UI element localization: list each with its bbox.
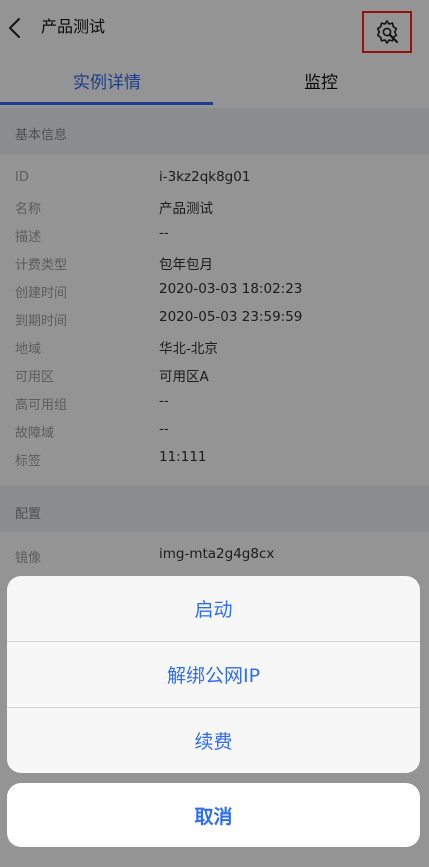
start-action-button[interactable]: 启动	[7, 576, 420, 641]
unbind-public-ip-button[interactable]: 解绑公网IP	[7, 642, 420, 707]
renew-button[interactable]: 续费	[7, 708, 420, 773]
action-sheet: 启动 解绑公网IP 续费	[7, 576, 420, 773]
cancel-button[interactable]: 取消	[7, 783, 420, 847]
